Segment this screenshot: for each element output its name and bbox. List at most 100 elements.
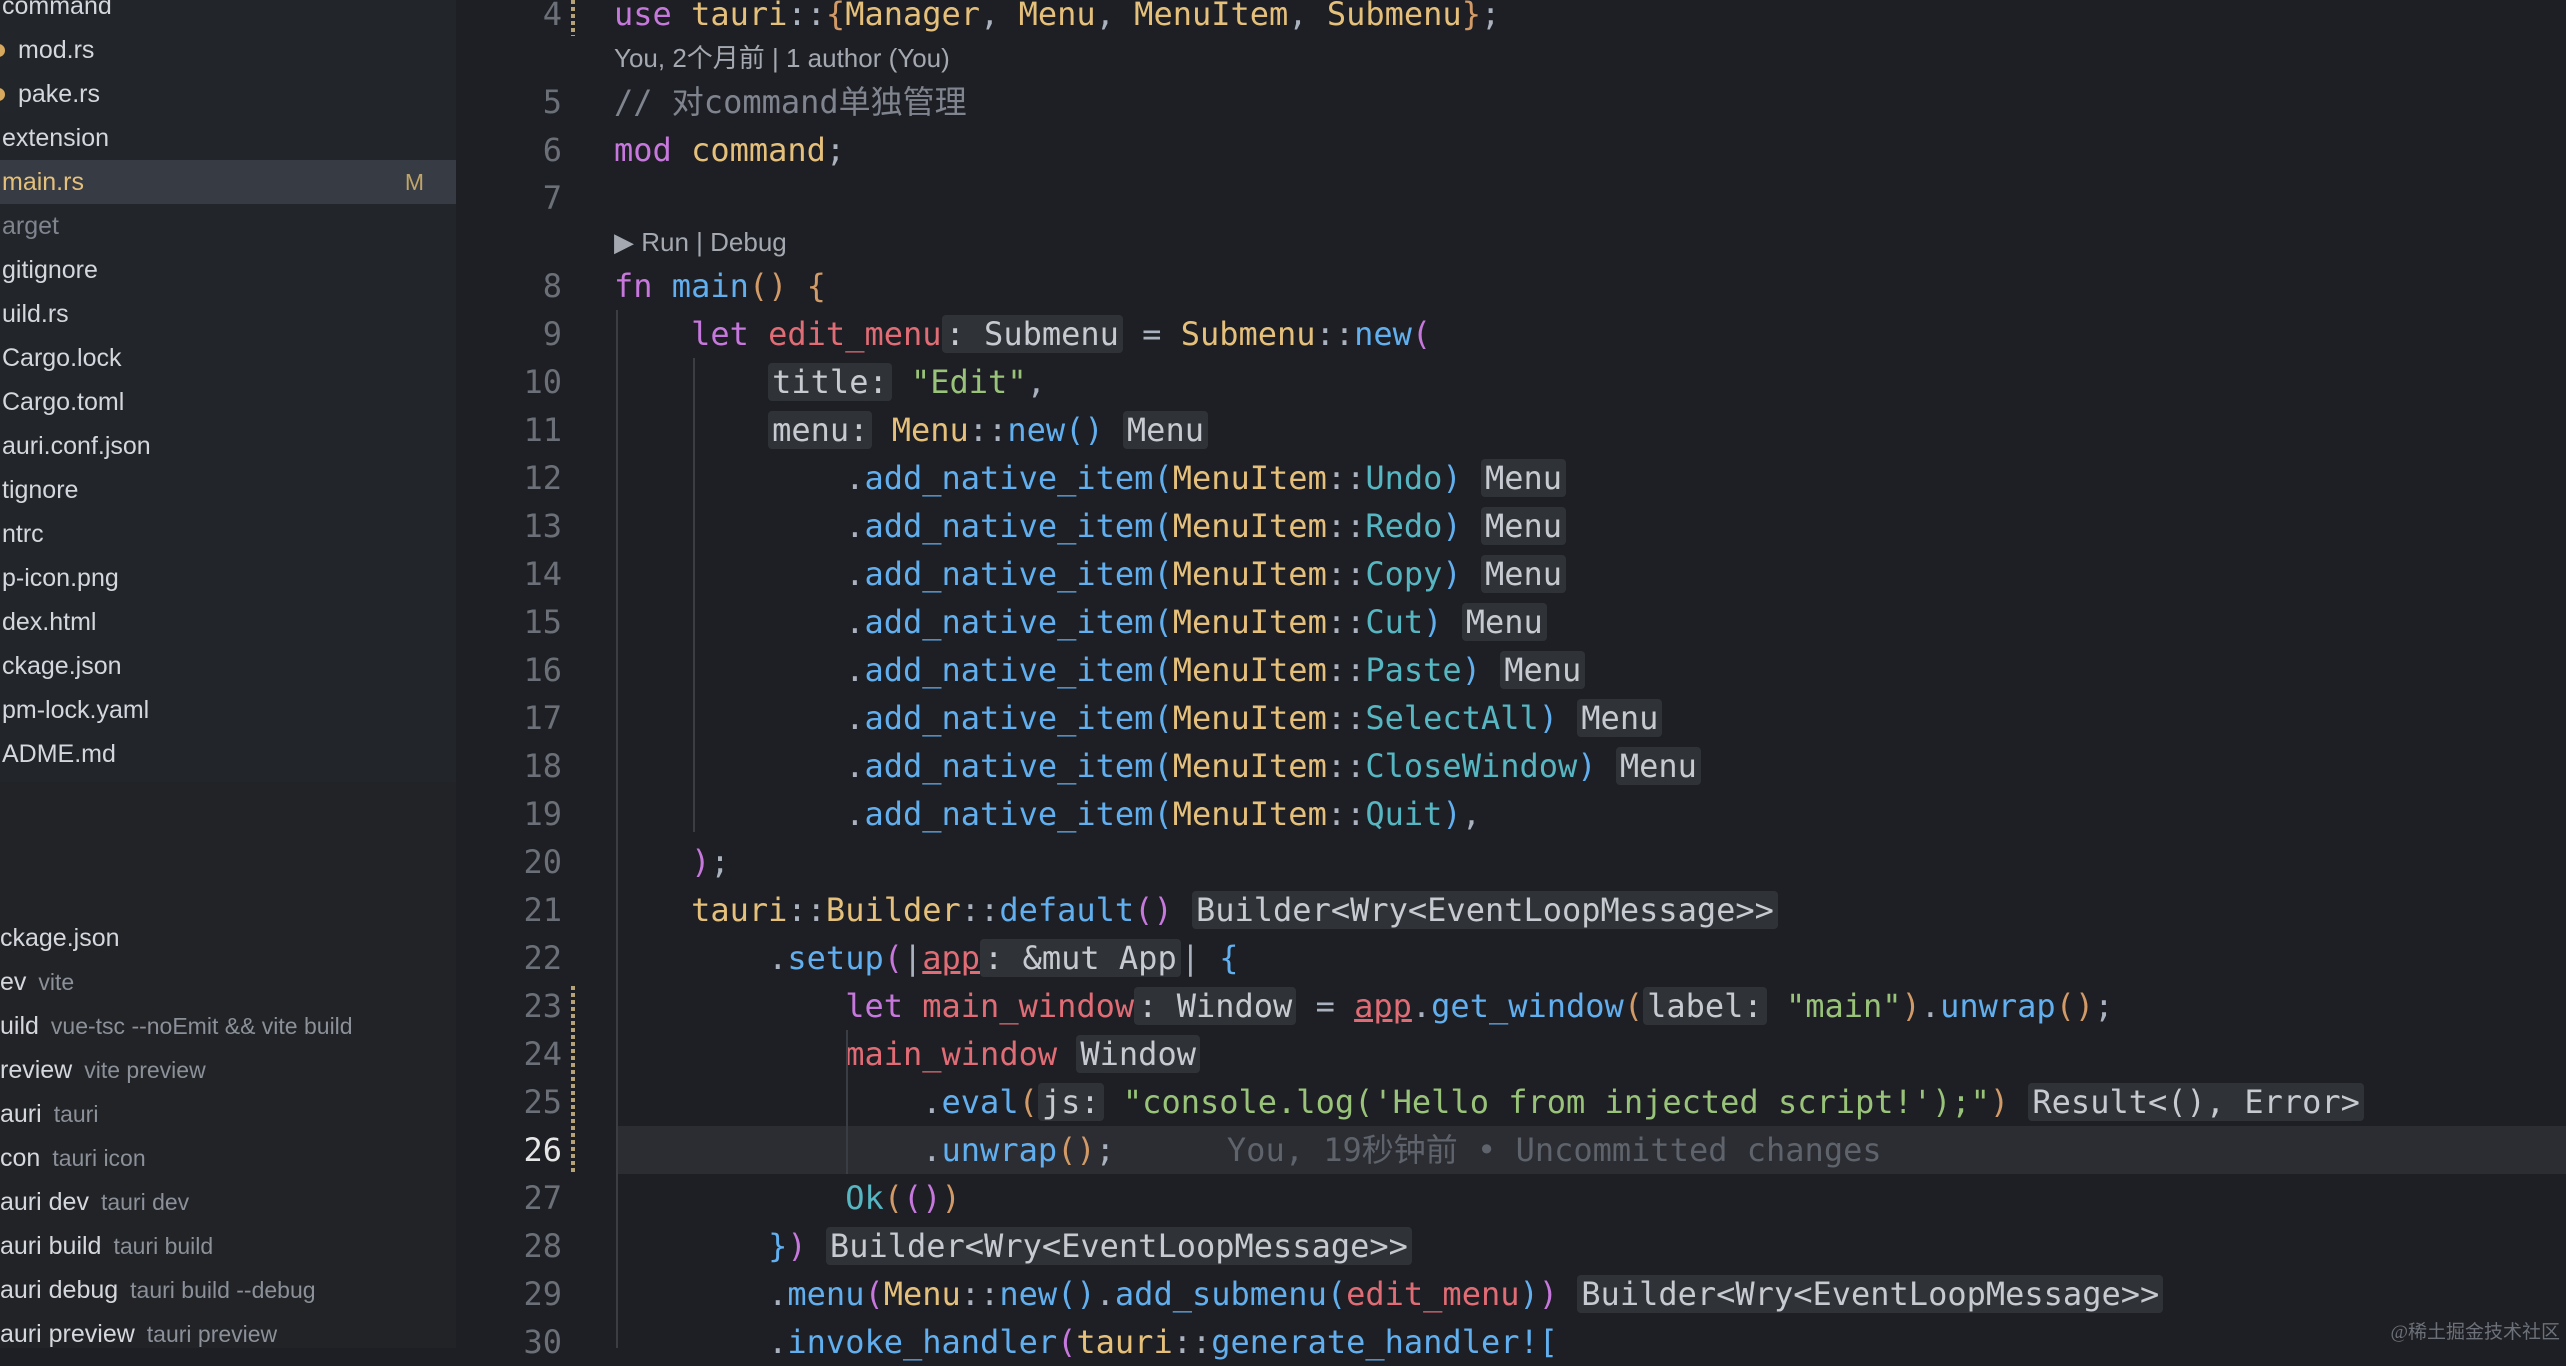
- code-text: .add_native_item(MenuItem::Paste) Menu: [614, 646, 1586, 694]
- npm-script-item[interactable]: auri debug tauri build --debug: [0, 1268, 316, 1312]
- file-tree-item[interactable]: ckage.json: [0, 644, 456, 688]
- code-line[interactable]: 5 // 对command单独管理: [456, 78, 2566, 126]
- file-tree-item[interactable]: ntrc: [0, 512, 456, 556]
- file-tree-item[interactable]: gitignore: [0, 248, 456, 292]
- code-line[interactable]: 6 mod command;: [456, 126, 2566, 174]
- file-tree-item[interactable]: Cargo.lock: [0, 336, 456, 380]
- code-line[interactable]: 4 use tauri::{Manager, Menu, MenuItem, Su…: [456, 0, 2566, 38]
- file-tree-item-label: ntrc: [2, 520, 44, 548]
- inlay-hint: : Window: [1134, 987, 1297, 1025]
- run-debug-codelens[interactable]: ▶ Run | Debug: [614, 222, 787, 262]
- code-line[interactable]: 20 );: [456, 838, 2566, 886]
- file-tree-item[interactable]: ADME.md: [0, 732, 456, 776]
- scripts-file-item[interactable]: ckage.json: [0, 916, 120, 960]
- script-command: tauri icon: [52, 1145, 146, 1171]
- code-line[interactable]: 8 fn main() {: [456, 262, 2566, 310]
- npm-script-item[interactable]: auri tauri: [0, 1092, 98, 1136]
- code-token: (: [1153, 459, 1173, 497]
- file-tree-item[interactable]: arget: [0, 204, 456, 248]
- code-text: .add_native_item(MenuItem::SelectAll) Me…: [614, 694, 1663, 742]
- code-line[interactable]: 19 .add_native_item(MenuItem::Quit),: [456, 790, 2566, 838]
- code-token: Menu: [1018, 0, 1096, 33]
- code-token: MenuItem: [1172, 747, 1327, 785]
- file-tree-item[interactable]: auri.conf.json: [0, 424, 456, 468]
- line-number: 15: [523, 603, 562, 641]
- code-token: (): [1057, 1275, 1096, 1313]
- code-line[interactable]: 17 .add_native_item(MenuItem::SelectAll)…: [456, 694, 2566, 742]
- file-tree-item[interactable]: extension: [0, 116, 456, 160]
- code-line[interactable]: 7: [456, 174, 2566, 222]
- file-tree-item-label: gitignore: [2, 256, 98, 284]
- code-editor[interactable]: You, 2个月前 | 1 author (You) ▶ Run | Debug…: [456, 0, 2566, 1361]
- code-line[interactable]: 21 tauri::Builder::default() Builder<Wry…: [456, 886, 2566, 934]
- code-line[interactable]: 24 main_window Window: [456, 1030, 2566, 1078]
- code-token: {: [1219, 939, 1239, 977]
- file-tree-item[interactable]: command: [0, 0, 456, 28]
- code-line[interactable]: 23 let main_window: Window = app.get_win…: [456, 982, 2566, 1030]
- code-line[interactable]: 14 .add_native_item(MenuItem::Copy) Menu: [456, 550, 2566, 598]
- file-tree-item[interactable]: pm-lock.yaml: [0, 688, 456, 732]
- code-token: "Edit": [910, 363, 1027, 401]
- code-line[interactable]: 22 .setup(|app: &mut App | {: [456, 934, 2566, 982]
- indent-guide: [846, 1030, 848, 1174]
- file-tree-item[interactable]: mod.rs: [0, 28, 456, 72]
- code-token: "main": [1785, 987, 1902, 1025]
- code-text: .invoke_handler(tauri::generate_handler!…: [614, 1318, 1558, 1366]
- code-token: (: [1153, 699, 1173, 737]
- git-blame-codelens[interactable]: You, 2个月前 | 1 author (You): [614, 38, 950, 78]
- code-token: new: [999, 1275, 1058, 1313]
- npm-script-item[interactable]: con tauri icon: [0, 1136, 146, 1180]
- npm-script-item[interactable]: auri dev tauri dev: [0, 1180, 189, 1224]
- line-number: 11: [523, 411, 562, 449]
- code-line[interactable]: 15 .add_native_item(MenuItem::Cut) Menu: [456, 598, 2566, 646]
- code-token: (): [1134, 891, 1173, 929]
- code-line[interactable]: 16 .add_native_item(MenuItem::Paste) Men…: [456, 646, 2566, 694]
- file-tree-item[interactable]: Cargo.toml: [0, 380, 456, 424]
- npm-script-item[interactable]: uild vue-tsc --noEmit && vite build: [0, 1004, 353, 1048]
- file-tree-item[interactable]: tignore: [0, 468, 456, 512]
- code-token: ::: [1315, 315, 1355, 353]
- file-tree-item-label: pake.rs: [18, 80, 100, 108]
- code-text: fn main() {: [614, 262, 826, 310]
- file-tree-item[interactable]: main.rs M: [0, 160, 456, 204]
- code-line[interactable]: 11 menu: Menu::new() Menu: [456, 406, 2566, 454]
- code-line[interactable]: 10 title: "Edit",: [456, 358, 2566, 406]
- code-token: ,: [1288, 0, 1327, 33]
- code-token: add_native_item: [864, 555, 1154, 593]
- code-token: menu: [787, 1275, 865, 1313]
- code-line[interactable]: 30 .invoke_handler(tauri::generate_handl…: [456, 1318, 2566, 1366]
- code-token: add_native_item: [864, 795, 1154, 833]
- file-tree-item[interactable]: uild.rs: [0, 292, 456, 336]
- inlay-hint: js:: [1037, 1083, 1104, 1121]
- code-line[interactable]: 13 .add_native_item(MenuItem::Redo) Menu: [456, 502, 2566, 550]
- code-token: (: [1057, 1323, 1077, 1361]
- npm-script-item[interactable]: review vite preview: [0, 1048, 206, 1092]
- code-line[interactable]: 27 Ok(()): [456, 1174, 2566, 1222]
- npm-script-item[interactable]: ev vite: [0, 960, 74, 1004]
- script-name: con: [0, 1144, 41, 1172]
- file-tree-item[interactable]: p-icon.png: [0, 556, 456, 600]
- line-number: 8: [542, 267, 562, 305]
- code-token: ): [787, 1227, 807, 1265]
- file-tree-item[interactable]: pake.rs: [0, 72, 456, 116]
- code-line[interactable]: 26 .unwrap(); You, 19秒钟前 • Uncommitted ch…: [456, 1126, 2566, 1174]
- npm-script-item[interactable]: auri preview tauri preview: [0, 1312, 277, 1348]
- code-token: MenuItem: [1172, 507, 1327, 545]
- code-token: add_submenu: [1114, 1275, 1327, 1313]
- code-text: let main_window: Window = app.get_window…: [614, 982, 2113, 1030]
- code-text: .menu(Menu::new().add_submenu(edit_menu)…: [614, 1270, 2164, 1318]
- code-line[interactable]: 9 let edit_menu: Submenu = Submenu::new(: [456, 310, 2566, 358]
- code-token: Submenu: [1326, 0, 1462, 33]
- code-line[interactable]: 28 }) Builder<Wry<EventLoopMessage>>: [456, 1222, 2566, 1270]
- code-line[interactable]: 12 .add_native_item(MenuItem::Undo) Menu: [456, 454, 2566, 502]
- code-token: MenuItem: [1172, 699, 1327, 737]
- file-tree-item[interactable]: dex.html: [0, 600, 456, 644]
- code-line[interactable]: 25 .eval(js: "console.log('Hello from in…: [456, 1078, 2566, 1126]
- code-line[interactable]: 18 .add_native_item(MenuItem::CloseWindo…: [456, 742, 2566, 790]
- npm-script-item[interactable]: auri build tauri build: [0, 1224, 213, 1268]
- code-line[interactable]: 29 .menu(Menu::new().add_submenu(edit_me…: [456, 1270, 2566, 1318]
